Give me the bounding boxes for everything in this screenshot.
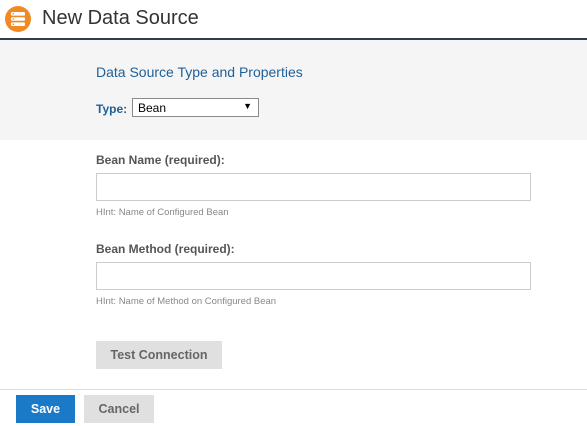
- test-connection-button[interactable]: Test Connection: [96, 341, 222, 369]
- chevron-down-icon: ▼: [243, 101, 252, 111]
- cancel-button[interactable]: Cancel: [84, 395, 154, 423]
- bean-method-hint: HInt: Name of Method on Configured Bean: [96, 296, 277, 307]
- dialog-header: New Data Source: [0, 0, 587, 40]
- page-title: New Data Source: [42, 7, 199, 29]
- bean-method-input[interactable]: [96, 262, 531, 290]
- type-select[interactable]: Bean ▼: [132, 98, 259, 117]
- bean-method-label: Bean Method (required):: [96, 242, 235, 256]
- dialog-footer: Save Cancel: [0, 389, 587, 426]
- bean-name-label: Bean Name (required):: [96, 153, 225, 167]
- section-heading: Data Source Type and Properties: [96, 64, 303, 80]
- save-button[interactable]: Save: [16, 395, 75, 423]
- bean-name-hint: HInt: Name of Configured Bean: [96, 207, 229, 218]
- bean-name-input[interactable]: [96, 173, 531, 201]
- type-section: Data Source Type and Properties Type: Be…: [0, 40, 587, 140]
- type-select-value: Bean: [138, 101, 167, 115]
- database-icon: [5, 6, 31, 32]
- type-label: Type:: [96, 102, 128, 116]
